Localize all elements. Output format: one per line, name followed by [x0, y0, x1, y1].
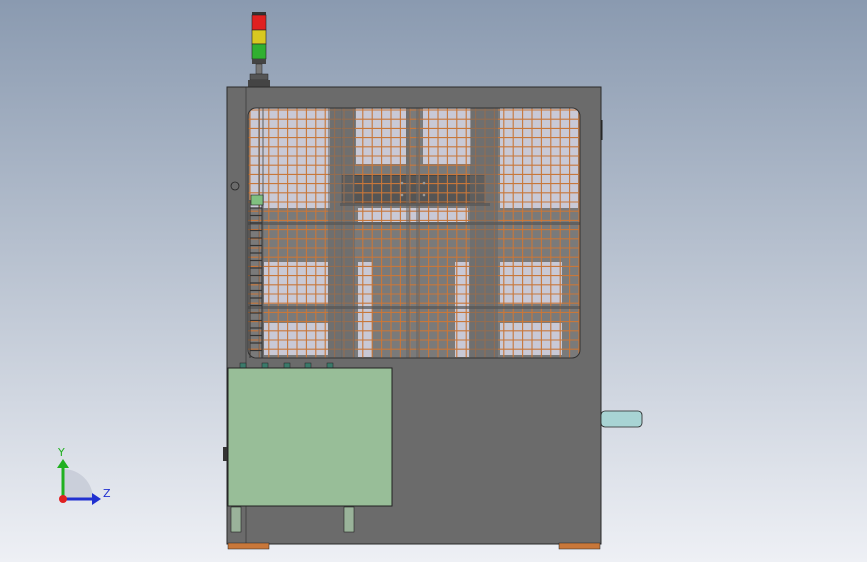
- y-axis-label: Y: [57, 446, 65, 459]
- frame-post: [484, 108, 498, 358]
- frame-latch: [223, 447, 227, 461]
- cad-viewport[interactable]: Y Z: [0, 0, 867, 562]
- center-crossbar: [341, 174, 486, 204]
- frame-post: [341, 108, 355, 358]
- frame-post: [416, 108, 420, 358]
- z-axis-label: Z: [103, 487, 111, 500]
- electrical-cabinet[interactable]: [227, 367, 393, 507]
- window-pane: [500, 262, 562, 304]
- mesh-guard[interactable]: [248, 108, 580, 358]
- x-axis-dot: [59, 495, 67, 503]
- tower-light-yellow: [251, 29, 267, 45]
- frame-post: [328, 108, 342, 358]
- window-pane: [264, 323, 328, 355]
- frame-rail: [248, 306, 580, 309]
- window-pane: [264, 262, 328, 304]
- tower-cap: [252, 12, 266, 15]
- tower-mount: [249, 73, 269, 81]
- window-pane: [358, 262, 372, 357]
- tower-light-red: [251, 14, 267, 31]
- tower-light-green: [251, 43, 267, 60]
- tower-pole: [255, 63, 263, 75]
- window-pane: [500, 323, 562, 355]
- side-shaft[interactable]: [600, 410, 643, 428]
- tower-base: [252, 59, 266, 64]
- frame-post: [406, 108, 410, 358]
- tower-flange: [248, 80, 270, 87]
- frame-post: [470, 108, 484, 358]
- frame-rail: [248, 222, 580, 225]
- frame-rail: [340, 203, 490, 206]
- sensor-green: [250, 194, 264, 206]
